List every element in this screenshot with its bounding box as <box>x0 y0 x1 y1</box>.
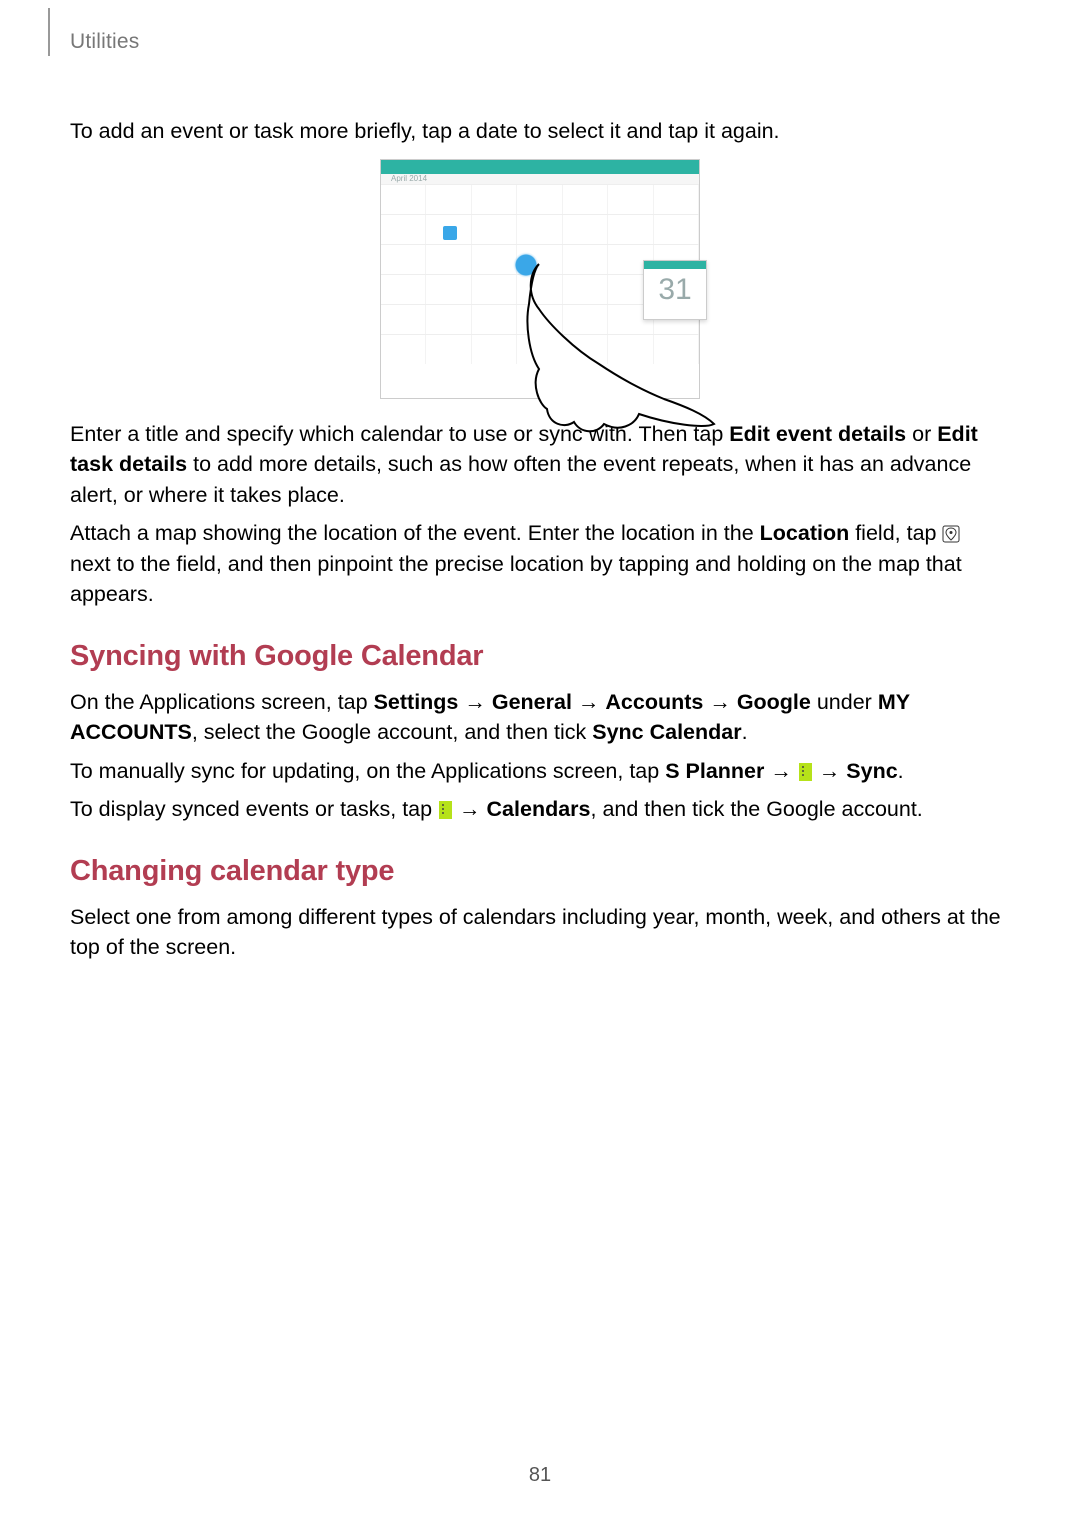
calendar-thumbnail: April 2014 31 <box>380 159 700 399</box>
header-rule <box>48 8 50 56</box>
sync-label: Sync <box>846 759 897 783</box>
page-number: 81 <box>0 1464 1080 1487</box>
sync-calendar-label: Sync Calendar <box>592 720 741 744</box>
google-label: Google <box>737 690 811 714</box>
figure-tap-calendar: April 2014 31 <box>70 159 1010 399</box>
location-field-label: Location <box>760 521 850 545</box>
settings-label: Settings <box>374 690 459 714</box>
calendars-label: Calendars <box>487 797 591 821</box>
heading-syncing: Syncing with Google Calendar <box>70 640 1010 673</box>
display-synced-paragraph: To display synced events or tasks, tap →… <box>70 794 1010 825</box>
attach-map-paragraph: Attach a map showing the location of the… <box>70 518 1010 610</box>
accounts-label: Accounts <box>605 690 703 714</box>
menu-icon <box>799 763 812 781</box>
calendar-subheader: April 2014 <box>381 174 699 184</box>
selected-day-marker <box>443 226 457 240</box>
hand-pointer-icon <box>519 254 719 444</box>
changing-type-paragraph: Select one from among different types of… <box>70 902 1010 963</box>
menu-icon <box>439 801 452 819</box>
general-label: General <box>492 690 572 714</box>
intro-paragraph: To add an event or task more briefly, ta… <box>70 116 1010 147</box>
calendar-header-bar <box>381 160 699 174</box>
calendar-grid: 31 <box>381 184 699 400</box>
s-planner-label: S Planner <box>665 759 764 783</box>
manual-sync-paragraph: To manually sync for updating, on the Ap… <box>70 756 1010 787</box>
section-header: Utilities <box>70 30 139 54</box>
edit-event-details-label: Edit event details <box>729 422 906 446</box>
month-label: April 2014 <box>391 174 427 183</box>
heading-changing-type: Changing calendar type <box>70 855 1010 888</box>
page: Utilities To add an event or task more b… <box>0 0 1080 1527</box>
sync-path-paragraph: On the Applications screen, tap Settings… <box>70 687 1010 748</box>
map-pin-icon <box>942 521 960 539</box>
body: To add an event or task more briefly, ta… <box>70 32 1010 963</box>
